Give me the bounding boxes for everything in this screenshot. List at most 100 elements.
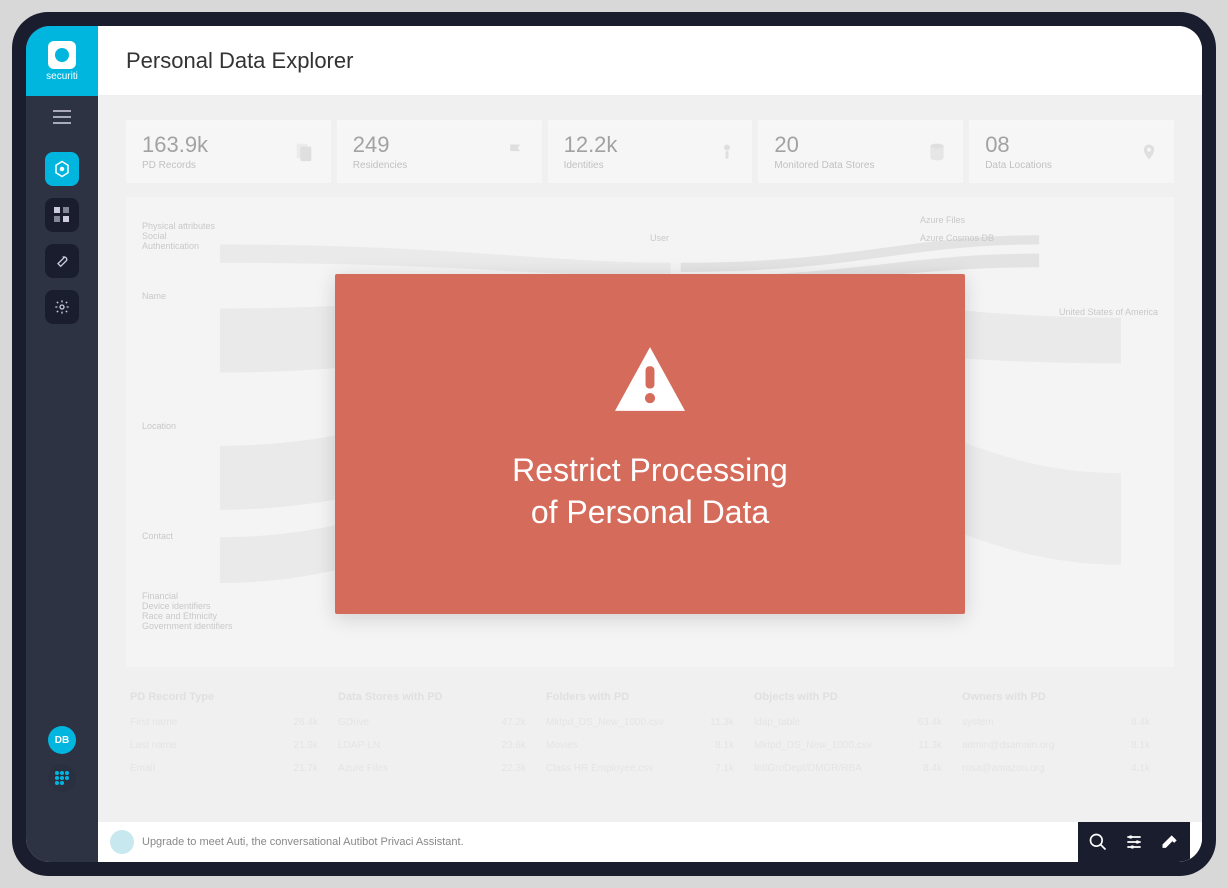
- sankey-right-labels: Azure Files Azure Cosmos DB: [920, 215, 994, 243]
- footer-bar: Upgrade to meet Auti, the conversational…: [98, 822, 1202, 862]
- files-icon: [293, 141, 315, 163]
- hammer-icon: [1160, 832, 1180, 852]
- person-icon: [718, 141, 736, 163]
- sankey-label: Name: [142, 291, 233, 301]
- stat-value: 163.9k: [142, 132, 208, 158]
- cell: system: [962, 717, 994, 728]
- col-header: Data Stores with PD: [338, 691, 546, 703]
- table-row[interactable]: First name26.4k GDrive47.2k Mktpd_DS_New…: [126, 711, 1174, 734]
- sankey-label: Authentication: [142, 241, 233, 251]
- table-row[interactable]: Last name 21.9k LDAP-LN 23.6k Movies 8.1k M…: [126, 734, 1174, 757]
- sidebar: securiti DB: [26, 26, 98, 862]
- cell: IntlGroDept/DMGR/RBA: [754, 763, 862, 774]
- stat-card-residencies[interactable]: 249 Residencies: [337, 120, 542, 183]
- cell-value: 47.2k: [502, 717, 546, 728]
- nav-item-explorer[interactable]: [45, 152, 79, 186]
- cell: Email: [130, 763, 155, 774]
- footer-tools: [1078, 822, 1190, 862]
- sankey-label: Race and Ethnicity: [142, 611, 233, 621]
- chat-icon[interactable]: [110, 830, 134, 854]
- sankey-label: Financial: [142, 591, 233, 601]
- stat-value: 249: [353, 132, 407, 158]
- stat-label: PD Records: [142, 160, 208, 171]
- col-header: Objects with PD: [754, 691, 962, 703]
- cell: Mktpd_DS_New_1000.csv: [546, 717, 664, 728]
- grid-icon: [54, 207, 70, 223]
- nav-item-dashboard[interactable]: [45, 198, 79, 232]
- cell-value: 22.3k: [502, 763, 546, 774]
- stat-label: Identities: [564, 160, 618, 171]
- gear-icon: [54, 299, 70, 315]
- menu-icon: [53, 110, 71, 124]
- modal-title-line2: of Personal Data: [531, 494, 769, 530]
- apps-grid-icon: [54, 770, 70, 786]
- search-icon: [1088, 832, 1108, 852]
- database-icon: [927, 142, 947, 162]
- sankey-label: Azure Files: [920, 215, 994, 225]
- sankey-label: Azure Cosmos DB: [920, 233, 994, 243]
- main-content: Personal Data Explorer 163.9k PD Records: [98, 26, 1202, 862]
- flag-icon: [506, 142, 526, 162]
- cell-value: 11.3k: [918, 740, 962, 751]
- stat-label: Data Locations: [985, 160, 1052, 171]
- build-button[interactable]: [1160, 832, 1180, 852]
- sankey-label: Contact: [142, 531, 233, 541]
- nav-item-tools[interactable]: [45, 244, 79, 278]
- location-icon: [1140, 141, 1158, 163]
- cell: First name: [130, 717, 177, 728]
- logo-icon: [48, 41, 76, 69]
- nav-item-settings[interactable]: [45, 290, 79, 324]
- user-avatar[interactable]: DB: [48, 726, 76, 754]
- search-button[interactable]: [1088, 832, 1108, 852]
- stat-card-locations[interactable]: 08 Data Locations: [969, 120, 1174, 183]
- cell: Movies: [546, 740, 578, 751]
- modal-title-line1: Restrict Processing: [512, 452, 788, 488]
- screen: securiti DB: [26, 26, 1202, 862]
- stat-value: 08: [985, 132, 1052, 158]
- cell-value: 7.1k: [715, 763, 754, 774]
- cell: LDAP-LN: [338, 740, 380, 751]
- sankey-left-labels: Physical attributes Social Authenticatio…: [142, 221, 233, 631]
- hamburger-menu-button[interactable]: [26, 96, 98, 138]
- table-row[interactable]: Email 21.7k Azure Files 22.3k Class HR Emp…: [126, 757, 1174, 780]
- cell-value: 21.9k: [294, 740, 338, 751]
- table-header-row: PD Record Type Data Stores with PD Folde…: [126, 683, 1174, 711]
- stat-cards-row: 163.9k PD Records 249 Residencies: [126, 120, 1174, 183]
- col-header: Owners with PD: [962, 691, 1170, 703]
- stat-card-identities[interactable]: 12.2k Identities: [548, 120, 753, 183]
- cell: Last name: [130, 740, 177, 751]
- sliders-icon: [1124, 832, 1144, 852]
- data-table: PD Record Type Data Stores with PD Folde…: [126, 683, 1174, 780]
- restrict-processing-modal[interactable]: Restrict Processing of Personal Data: [335, 274, 965, 613]
- cell-value: 21.7k: [294, 763, 338, 774]
- stat-card-pd-records[interactable]: 163.9k PD Records: [126, 120, 331, 183]
- stat-value: 20: [774, 132, 874, 158]
- cell: Azure Files: [338, 763, 388, 774]
- cell-value: 8.1k: [1131, 740, 1170, 751]
- brand-logo[interactable]: securiti: [26, 26, 98, 96]
- cell: rosa@amazon.org: [962, 763, 1044, 774]
- cell-value: 23.6k: [502, 740, 546, 751]
- stat-label: Residencies: [353, 160, 407, 171]
- cell-value: 8.4k: [923, 763, 962, 774]
- sankey-label: Social: [142, 231, 233, 241]
- cell: GDrive: [338, 717, 369, 728]
- stat-card-datastores[interactable]: 20 Monitored Data Stores: [758, 120, 963, 183]
- sankey-label: Location: [142, 421, 233, 431]
- sankey-country-label: United States of America: [1059, 307, 1158, 317]
- apps-button[interactable]: [48, 764, 76, 792]
- filter-button[interactable]: [1124, 832, 1144, 852]
- cell: Class HR Employee.csv: [546, 763, 653, 774]
- sankey-mid-label: User: [650, 233, 669, 243]
- sidebar-bottom: DB: [48, 726, 76, 792]
- cell: ldap_table: [754, 717, 800, 728]
- cell-value: 63.4k: [918, 717, 962, 728]
- device-frame: securiti DB: [12, 12, 1216, 876]
- warning-icon: [611, 344, 689, 414]
- cell-value: 8.4k: [1131, 717, 1170, 728]
- hexagon-icon: [53, 160, 71, 178]
- stat-label: Monitored Data Stores: [774, 160, 874, 171]
- cell: Mktpd_DS_New_1000.csv: [754, 740, 872, 751]
- page-title: Personal Data Explorer: [126, 48, 353, 74]
- page-header: Personal Data Explorer: [98, 26, 1202, 96]
